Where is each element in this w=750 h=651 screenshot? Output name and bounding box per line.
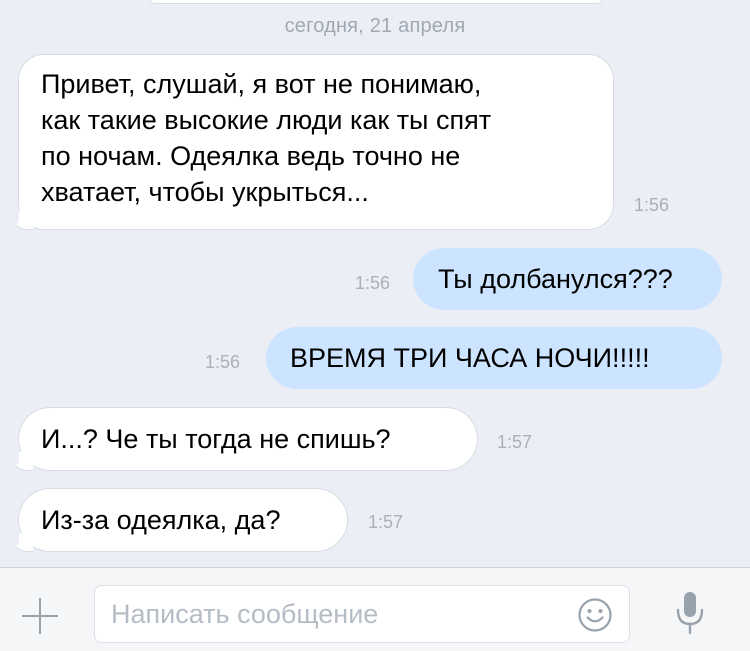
message-time: 1:57 [497,432,533,452]
message-text: И...? Че ты тогда не спишь? [41,424,391,454]
message-text: Из-за одеялка, да? [41,505,281,535]
message-time: 1:56 [205,352,241,372]
message-time: 1:57 [368,512,404,532]
message-bubble-outgoing[interactable]: Ты долбанулся??? [413,248,722,310]
message-input-box[interactable] [94,585,630,643]
message-text: Ты долбанулся??? [438,264,673,294]
message-text-line: по ночам. Одеялка ведь точно не [41,141,461,171]
message-text-line: хватает, чтобы укрыться... [41,177,369,207]
plus-icon[interactable] [22,598,58,634]
date-separator: сегодня, 21 апреля [284,15,466,37]
microphone-icon[interactable] [675,590,705,636]
smile-icon[interactable] [577,597,613,633]
message-bubble-incoming[interactable]: Привет, слушай, я вот не понимаю, как та… [1,54,614,230]
message-composer [0,567,750,651]
message-bubble-incoming[interactable]: Из-за одеялка, да? [1,488,348,552]
message-time: 1:56 [355,273,391,293]
message-text: ВРЕМЯ ТРИ ЧАСА НОЧИ!!!!! [290,343,650,373]
message-bubble-incoming[interactable]: И...? Че ты тогда не спишь? [1,407,478,471]
message-text-line: Привет, слушай, я вот не понимаю, [41,69,482,99]
chat-screen: сегодня, 21 апреля Привет, слушай, я вот… [0,0,750,651]
message-text-line: как такие высокие люди как ты спят [41,105,492,135]
message-bubble-outgoing[interactable]: ВРЕМЯ ТРИ ЧАСА НОЧИ!!!!! [266,327,722,389]
previous-bubble-edge [150,0,602,4]
message-input[interactable] [111,586,561,642]
message-time: 1:56 [634,195,670,215]
